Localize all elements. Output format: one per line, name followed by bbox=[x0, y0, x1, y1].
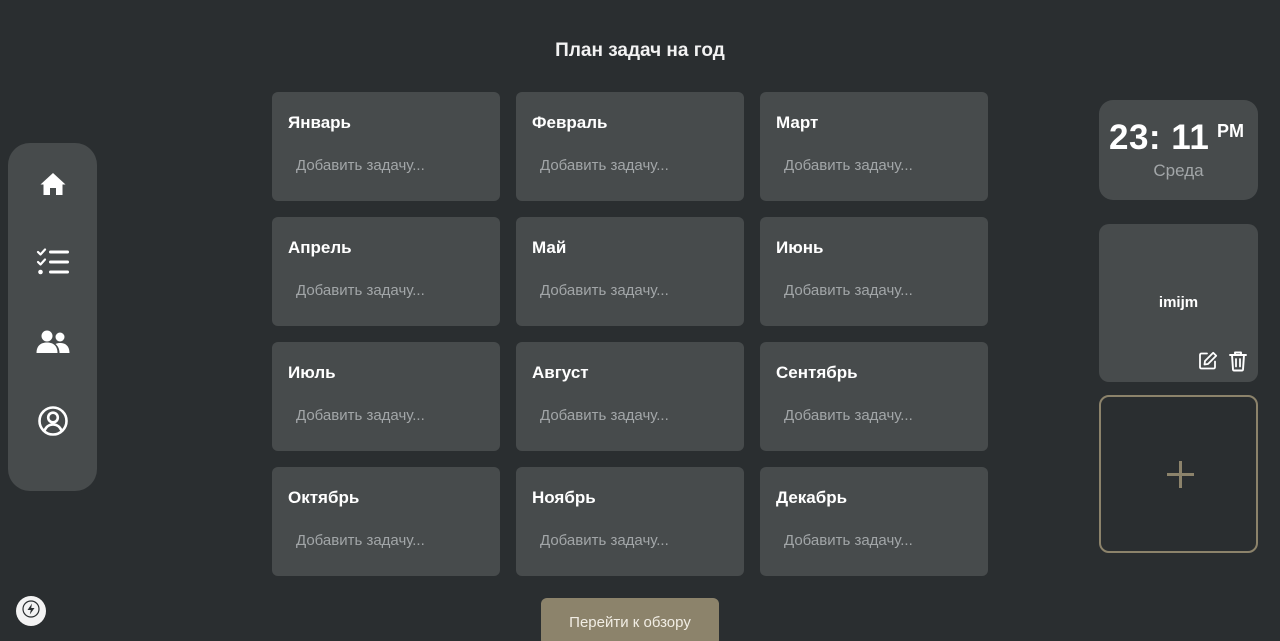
month-name: Декабрь bbox=[776, 488, 848, 507]
add-task-input[interactable]: Добавить задачу... bbox=[540, 532, 669, 549]
add-task-input[interactable]: Добавить задачу... bbox=[784, 282, 913, 299]
bolt-icon bbox=[22, 599, 40, 623]
month-card-april: Апрель Добавить задачу... bbox=[272, 217, 500, 326]
clock-ampm: PM bbox=[1217, 121, 1244, 141]
edit-note-button[interactable] bbox=[1197, 351, 1219, 376]
month-card-august: Август Добавить задачу... bbox=[516, 342, 744, 451]
month-name: Февраль bbox=[532, 113, 608, 132]
add-task-input[interactable]: Добавить задачу... bbox=[296, 532, 425, 549]
month-name: Август bbox=[532, 363, 589, 382]
edit-icon bbox=[1198, 351, 1218, 376]
month-name: Июль bbox=[288, 363, 336, 382]
month-name: Апрель bbox=[288, 238, 352, 257]
add-task-input[interactable]: Добавить задачу... bbox=[784, 532, 913, 549]
note-card: imijm bbox=[1099, 224, 1258, 382]
month-card-november: Ноябрь Добавить задачу... bbox=[516, 467, 744, 576]
add-task-input[interactable]: Добавить задачу... bbox=[784, 157, 913, 174]
month-card-july: Июль Добавить задачу... bbox=[272, 342, 500, 451]
add-task-input[interactable]: Добавить задачу... bbox=[296, 282, 425, 299]
users-icon bbox=[36, 329, 70, 355]
add-task-input[interactable]: Добавить задачу... bbox=[540, 157, 669, 174]
sidebar-item-profile[interactable] bbox=[8, 394, 97, 448]
delete-note-button[interactable] bbox=[1227, 350, 1249, 377]
add-task-input[interactable]: Добавить задачу... bbox=[296, 157, 425, 174]
add-task-input[interactable]: Добавить задачу... bbox=[784, 407, 913, 424]
overview-button[interactable]: Перейти к обзору bbox=[541, 598, 719, 641]
month-name: Май bbox=[532, 238, 567, 257]
month-card-june: Июнь Добавить задачу... bbox=[760, 217, 988, 326]
month-name: Июнь bbox=[776, 238, 824, 257]
add-task-input[interactable]: Добавить задачу... bbox=[296, 407, 425, 424]
clock-widget: 23: 11 PM Среда bbox=[1099, 100, 1258, 200]
month-name: Ноябрь bbox=[532, 488, 596, 507]
checklist-icon bbox=[36, 247, 70, 277]
month-name: Сентябрь bbox=[776, 363, 858, 382]
page-title: План задач на год bbox=[555, 40, 725, 61]
sidebar-item-tasks[interactable] bbox=[8, 235, 97, 289]
month-card-march: Март Добавить задачу... bbox=[760, 92, 988, 201]
sidebar-item-users[interactable] bbox=[8, 315, 97, 369]
bolt-button[interactable] bbox=[16, 596, 46, 626]
month-name: Январь bbox=[288, 113, 352, 132]
home-icon bbox=[39, 171, 67, 197]
add-task-input[interactable]: Добавить задачу... bbox=[540, 282, 669, 299]
month-card-october: Октябрь Добавить задачу... bbox=[272, 467, 500, 576]
month-card-september: Сентябрь Добавить задачу... bbox=[760, 342, 988, 451]
month-name: Октябрь bbox=[288, 488, 360, 507]
clock-time: 23: 11 bbox=[1109, 118, 1210, 157]
sidebar-item-home[interactable] bbox=[8, 157, 97, 211]
clock-day: Среда bbox=[1153, 161, 1204, 180]
trash-icon bbox=[1228, 350, 1248, 377]
month-card-january: Январь Добавить задачу... bbox=[272, 92, 500, 201]
months-grid: Январь Добавить задачу... Февраль Добави… bbox=[272, 92, 988, 576]
note-text: imijm bbox=[1158, 294, 1199, 311]
sidebar bbox=[8, 143, 97, 491]
month-name: Март bbox=[776, 113, 819, 132]
month-card-may: Май Добавить задачу... bbox=[516, 217, 744, 326]
app: План задач на год Январь Добавить задачу… bbox=[0, 0, 1280, 641]
add-task-input[interactable]: Добавить задачу... bbox=[540, 407, 669, 424]
user-circle-icon bbox=[37, 405, 69, 437]
month-card-december: Декабрь Добавить задачу... bbox=[760, 467, 988, 576]
month-card-february: Февраль Добавить задачу... bbox=[516, 92, 744, 201]
add-note-button[interactable] bbox=[1099, 395, 1258, 553]
